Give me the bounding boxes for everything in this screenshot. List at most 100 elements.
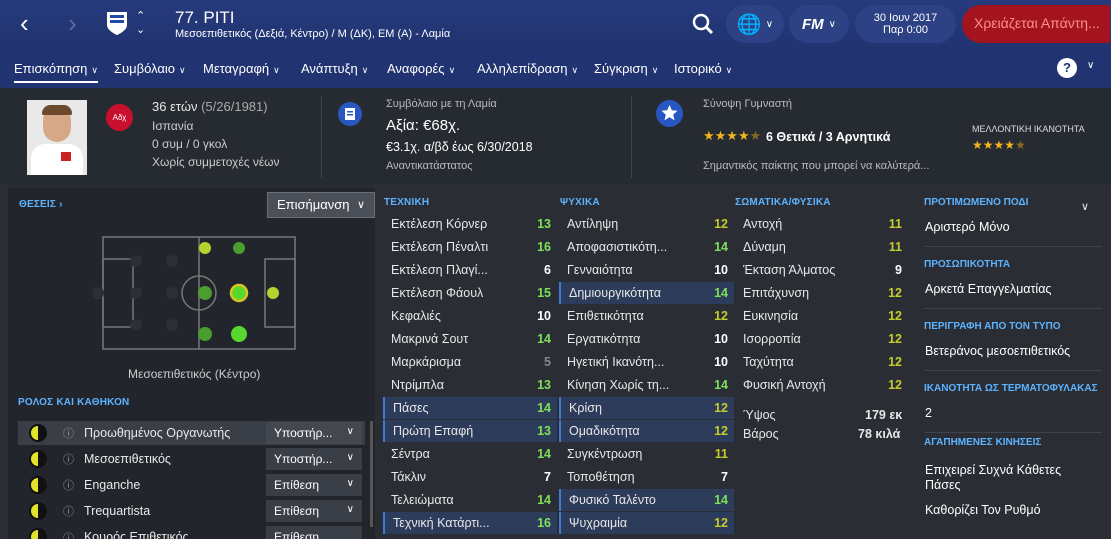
media-description-title: ΠΕΡΙΓΡΑΦΗ ΑΠΟ ΤΟΝ ΤΥΠΟ <box>924 321 1061 332</box>
attribute-value: 12 <box>888 332 902 346</box>
date-continue-button[interactable]: 30 Ιουν 2017 Παρ 0:00 <box>855 5 956 43</box>
info-icon[interactable]: ⓘ <box>63 425 74 441</box>
attribute-value: 11 <box>714 447 728 461</box>
attribute-name: Ντρίμπλα <box>391 378 444 392</box>
attribute-name: Γενναιότητα <box>567 263 633 277</box>
attribute-row: Φυσικό Ταλέντο 14 <box>559 489 734 511</box>
chevron-down-icon[interactable]: ∨ <box>1081 200 1089 213</box>
fm-menu-button[interactable]: FM ∨ <box>789 5 849 43</box>
goalkeeper-rating-value: 2 <box>925 406 932 420</box>
attribute-value: 12 <box>714 424 728 438</box>
positions-link[interactable]: ΘΕΣΕΙΣ › <box>19 199 63 210</box>
roles-scrollbar[interactable] <box>370 421 373 527</box>
tab-label: Ιστορικό <box>674 61 722 76</box>
info-icon[interactable]: ⓘ <box>63 530 74 539</box>
search-icon[interactable] <box>692 13 714 35</box>
attribute-row: Πάσες 14 <box>383 397 557 419</box>
mental-header: ΨΥΧΙΚΑ <box>560 197 600 208</box>
world-menu-button[interactable]: 🌐 ∨ <box>726 5 784 43</box>
player-wage: €3.1χ. α/βδ έως 6/30/2018 <box>386 140 533 154</box>
duty-dropdown[interactable]: Υποστήρ... ∨ <box>266 422 362 444</box>
attribute-value: 6 <box>544 263 551 277</box>
attribute-row: Αντίληψη 12 <box>559 213 734 235</box>
attribute-value: 7 <box>544 470 551 484</box>
attribute-value: 14 <box>537 493 551 507</box>
potential-ability-stars: ★★★★★ <box>972 138 1026 152</box>
divider <box>631 96 632 178</box>
attribute-row: Κρίση 12 <box>559 397 734 419</box>
attribute-value: 14 <box>537 447 551 461</box>
attribute-name: Τοποθέτηση <box>567 470 635 484</box>
attribute-name: Ψυχραιμία <box>569 516 628 530</box>
divider <box>924 246 1102 247</box>
attribute-value: 11 <box>888 240 902 254</box>
tab-reports[interactable]: Αναφορές ∨ <box>387 61 455 76</box>
attribute-row: Τελειώματα 14 <box>383 489 557 511</box>
attribute-name: Εκτέλεση Πλαγί... <box>391 263 488 277</box>
chevron-down-icon: ∨ <box>725 65 733 75</box>
attribute-name: Φυσικό Ταλέντο <box>569 493 656 507</box>
globe-icon: 🌐 <box>736 13 762 36</box>
tab-label: Αναφορές <box>387 61 445 76</box>
current-ability-stars: ★★★★★ <box>703 128 762 143</box>
attribute-value: 12 <box>888 355 902 369</box>
forward-arrow-icon[interactable]: › <box>68 8 77 39</box>
info-icon[interactable]: ⓘ <box>63 477 74 493</box>
role-name: Προωθημένος Οργανωτής <box>84 426 231 440</box>
attribute-value: 13 <box>537 424 551 438</box>
help-icon[interactable]: ? <box>1057 58 1077 78</box>
player-title: 77. PITI <box>175 8 235 27</box>
attribute-value: 11 <box>888 217 902 231</box>
chevron-down-icon: ∨ <box>448 65 456 75</box>
attribute-row: Κεφαλιές 10 <box>383 305 557 327</box>
info-icon[interactable]: ⓘ <box>63 451 74 467</box>
international-caps: 0 συμ / 0 γκολ <box>152 137 228 151</box>
player-switch-arrows-icon[interactable]: ⌃ ⌄ <box>136 9 145 37</box>
chevron-down-icon[interactable]: ∨ <box>1087 60 1094 71</box>
age-line: 36 ετών (5/26/1981) <box>152 99 268 114</box>
chevron-down-icon: ∨ <box>346 426 354 437</box>
tab-overview[interactable]: Επισκόπηση ∨ <box>14 61 98 83</box>
tab-label: Σύγκριση <box>594 61 648 76</box>
chevron-down-icon: ∨ <box>273 65 280 75</box>
tab-history[interactable]: Ιστορικό ∨ <box>674 61 732 76</box>
info-icon[interactable]: ⓘ <box>63 503 74 519</box>
duty-dropdown[interactable]: Επίθεση ∨ <box>266 474 362 496</box>
attribute-name: Εκτέλεση Φάουλ <box>391 286 484 300</box>
tab-interaction[interactable]: Αλληλεπίδραση ∨ <box>477 61 578 76</box>
attribute-row: Ηγετική Ικανότη... 10 <box>559 351 734 373</box>
attribute-value: 5 <box>544 355 551 369</box>
duty-dropdown[interactable]: Επίθεση <box>266 526 362 539</box>
roles-label: ΡΟΛΟΣ ΚΑΙ ΚΑΘΗΚΟΝ <box>18 397 130 408</box>
chevron-down-icon: ∨ <box>179 65 186 75</box>
duty-label: Επίθεση <box>274 478 320 492</box>
attribute-value: 13 <box>537 378 551 392</box>
tab-development[interactable]: Ανάπτυξη ∨ <box>301 61 368 76</box>
attribute-row: Πρώτη Επαφή 13 <box>383 420 557 442</box>
tab-comparison[interactable]: Σύγκριση ∨ <box>594 61 658 76</box>
highlight-dropdown[interactable]: Επισήμανση ∨ <box>267 192 375 218</box>
attribute-row: Γενναιότητα 10 <box>559 259 734 281</box>
preferred-move: Καθορίζει Τον Ρυθμό <box>925 503 1041 517</box>
preferred-foot-title: ΠΡΟΤΙΜΩΜΕΝΟ ΠΟΔΙ <box>924 197 1029 208</box>
tab-transfer[interactable]: Μεταγραφή ∨ <box>203 61 280 76</box>
duty-label: Υποστήρ... <box>274 452 333 466</box>
attribute-value: 12 <box>888 286 902 300</box>
attribute-name: Μακρινά Σουτ <box>391 332 469 346</box>
role-rating-icon <box>29 528 47 539</box>
attribute-name: Τάκλιν <box>391 470 427 484</box>
role-name: Enganche <box>84 478 141 492</box>
duty-dropdown[interactable]: Υποστήρ... ∨ <box>266 448 362 470</box>
attribute-name: Αποφασιστικότη... <box>567 240 668 254</box>
back-arrow-icon[interactable]: ‹ <box>20 8 29 39</box>
attribute-row: Φυσική Αντοχή 12 <box>735 374 908 396</box>
attribute-row: Ευκινησία 12 <box>735 305 908 327</box>
duty-dropdown[interactable]: Επίθεση ∨ <box>266 500 362 522</box>
response-required-button[interactable]: Χρειάζεται Απάντη... <box>962 5 1110 43</box>
tab-contract[interactable]: Συμβόλαιο ∨ <box>114 61 186 76</box>
attribute-value: 12 <box>888 309 902 323</box>
attribute-row: Εργατικότητα 10 <box>559 328 734 350</box>
attribute-value: 14 <box>714 286 728 300</box>
divider <box>924 432 1102 433</box>
tab-label: Αλληλεπίδραση <box>477 61 568 76</box>
